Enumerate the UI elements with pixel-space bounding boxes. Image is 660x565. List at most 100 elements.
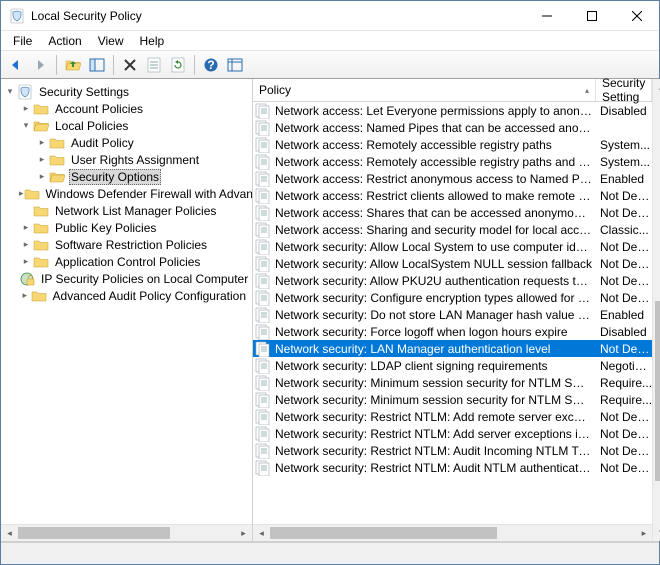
maximize-button[interactable] [569, 1, 614, 30]
list-row[interactable]: Network security: Do not store LAN Manag… [253, 306, 652, 323]
scroll-down-icon[interactable]: ▾ [653, 524, 660, 541]
tree-firewall[interactable]: ▸ Windows Defender Firewall with Advance… [3, 185, 252, 202]
menu-help[interactable]: Help [132, 32, 173, 50]
column-policy[interactable]: Policy ▴ [253, 79, 596, 101]
forward-button[interactable] [29, 54, 51, 76]
scroll-right-icon[interactable]: ▸ [235, 525, 252, 541]
list-row[interactable]: Network security: LDAP client signing re… [253, 357, 652, 374]
policy-icon [255, 205, 271, 221]
scroll-up-icon[interactable]: ▴ [653, 79, 660, 96]
list-row[interactable]: Network security: Restrict NTLM: Add rem… [253, 408, 652, 425]
tree-nlm[interactable]: Network List Manager Policies [3, 202, 252, 219]
list-row[interactable]: Network security: Force logoff when logo… [253, 323, 652, 340]
list-row[interactable]: Network access: Shares that can be acces… [253, 204, 652, 221]
list-row[interactable]: Network access: Named Pipes that can be … [253, 119, 652, 136]
tree-ipsec[interactable]: IP Security Policies on Local Computer [3, 270, 252, 287]
list-row[interactable]: Network security: Allow LocalSystem NULL… [253, 255, 652, 272]
expand-icon[interactable]: ▸ [19, 256, 33, 267]
policy-name: Network access: Let Everyone permissions… [275, 104, 596, 118]
expand-icon[interactable]: ▸ [35, 154, 49, 165]
tree-aapc[interactable]: ▸ Advanced Audit Policy Configuration [3, 287, 252, 304]
refresh-button[interactable] [167, 54, 189, 76]
menu-file[interactable]: File [5, 32, 40, 50]
toolbar-separator [113, 55, 114, 75]
tree-pubkey[interactable]: ▸ Public Key Policies [3, 219, 252, 236]
expand-icon[interactable]: ▸ [19, 290, 31, 301]
scroll-left-icon[interactable]: ◂ [1, 525, 18, 541]
help-button[interactable]: ? [200, 54, 222, 76]
tree-local-policies[interactable]: ▾ Local Policies [3, 117, 252, 134]
scroll-thumb[interactable] [18, 527, 170, 539]
list-vscroll[interactable]: ▴ ▾ [652, 79, 660, 541]
tree-srp[interactable]: ▸ Software Restriction Policies [3, 236, 252, 253]
scroll-track[interactable] [270, 525, 635, 541]
policy-setting: Not Defined [596, 274, 652, 288]
policy-icon [255, 307, 271, 323]
back-button[interactable] [5, 54, 27, 76]
policy-setting: Not Defined [596, 291, 652, 305]
column-security-setting[interactable]: Security Setting [596, 79, 652, 101]
list-header: Policy ▴ Security Setting [253, 79, 652, 102]
menu-view[interactable]: View [90, 32, 132, 50]
list-row[interactable]: Network security: Restrict NTLM: Add ser… [253, 425, 652, 442]
list-row[interactable]: Network security: Allow Local System to … [253, 238, 652, 255]
collapse-icon[interactable]: ▾ [3, 86, 17, 97]
tree-account-policies[interactable]: ▸ Account Policies [3, 100, 252, 117]
expand-icon[interactable]: ▸ [35, 137, 49, 148]
up-folder-button[interactable] [62, 54, 84, 76]
tree-root[interactable]: ▾ Security Settings [3, 83, 252, 100]
list-row[interactable]: Network security: Minimum session securi… [253, 391, 652, 408]
collapse-icon[interactable]: ▾ [19, 120, 33, 131]
menu-action[interactable]: Action [40, 32, 89, 50]
list-row[interactable]: Network access: Let Everyone permissions… [253, 102, 652, 119]
close-button[interactable] [614, 1, 659, 30]
tree-audit-policy[interactable]: ▸ Audit Policy [3, 134, 252, 151]
expand-icon[interactable]: ▸ [19, 103, 33, 114]
policy-setting: Not Defined [596, 461, 652, 475]
tree-user-rights[interactable]: ▸ User Rights Assignment [3, 151, 252, 168]
delete-button[interactable] [119, 54, 141, 76]
tree-security-options[interactable]: ▸ Security Options [3, 168, 252, 185]
list-row[interactable]: Network security: Restrict NTLM: Audit I… [253, 442, 652, 459]
list-row[interactable]: Network access: Remotely accessible regi… [253, 136, 652, 153]
titlebar[interactable]: Local Security Policy [1, 1, 659, 31]
tree-acp[interactable]: ▸ Application Control Policies [3, 253, 252, 270]
tree[interactable]: ▾ Security Settings ▸ Account Policies ▾… [1, 79, 252, 524]
list-row[interactable]: Network security: Configure encryption t… [253, 289, 652, 306]
policy-name: Network security: Minimum session securi… [275, 393, 596, 407]
svg-text:?: ? [207, 58, 214, 72]
minimize-button[interactable] [524, 1, 569, 30]
policy-icon [255, 409, 271, 425]
policy-icon [255, 171, 271, 187]
policy-icon [255, 375, 271, 391]
scroll-thumb[interactable] [655, 301, 660, 481]
export-list-button[interactable] [224, 54, 246, 76]
scroll-track[interactable] [18, 525, 235, 541]
scroll-track[interactable] [653, 96, 660, 524]
list-hscroll[interactable]: ◂ ▸ [253, 524, 652, 541]
window-title: Local Security Policy [31, 9, 524, 23]
list-row[interactable]: Network security: Restrict NTLM: Audit N… [253, 459, 652, 476]
folder-icon [33, 203, 49, 219]
scroll-thumb[interactable] [270, 527, 497, 539]
list-row[interactable]: Network access: Restrict clients allowed… [253, 187, 652, 204]
list-row[interactable]: Network access: Restrict anonymous acces… [253, 170, 652, 187]
expand-icon[interactable]: ▸ [19, 222, 33, 233]
properties-button[interactable] [143, 54, 165, 76]
expand-icon[interactable]: ▸ [35, 171, 49, 182]
list-row[interactable]: Network security: Allow PKU2U authentica… [253, 272, 652, 289]
folder-icon [49, 135, 65, 151]
tree-label: Windows Defender Firewall with Advanced … [44, 187, 252, 201]
policy-setting: Not Defined [596, 410, 652, 424]
show-hide-tree-button[interactable] [86, 54, 108, 76]
list-row[interactable]: Network access: Remotely accessible regi… [253, 153, 652, 170]
list-row[interactable]: Network security: LAN Manager authentica… [253, 340, 652, 357]
list-body[interactable]: Network access: Let Everyone permissions… [253, 102, 652, 524]
scroll-left-icon[interactable]: ◂ [253, 525, 270, 541]
list-row[interactable]: Network access: Sharing and security mod… [253, 221, 652, 238]
expand-icon[interactable]: ▸ [19, 239, 33, 250]
policy-name: Network security: LAN Manager authentica… [275, 342, 596, 356]
tree-hscroll[interactable]: ◂ ▸ [1, 524, 252, 541]
scroll-right-icon[interactable]: ▸ [635, 525, 652, 541]
list-row[interactable]: Network security: Minimum session securi… [253, 374, 652, 391]
